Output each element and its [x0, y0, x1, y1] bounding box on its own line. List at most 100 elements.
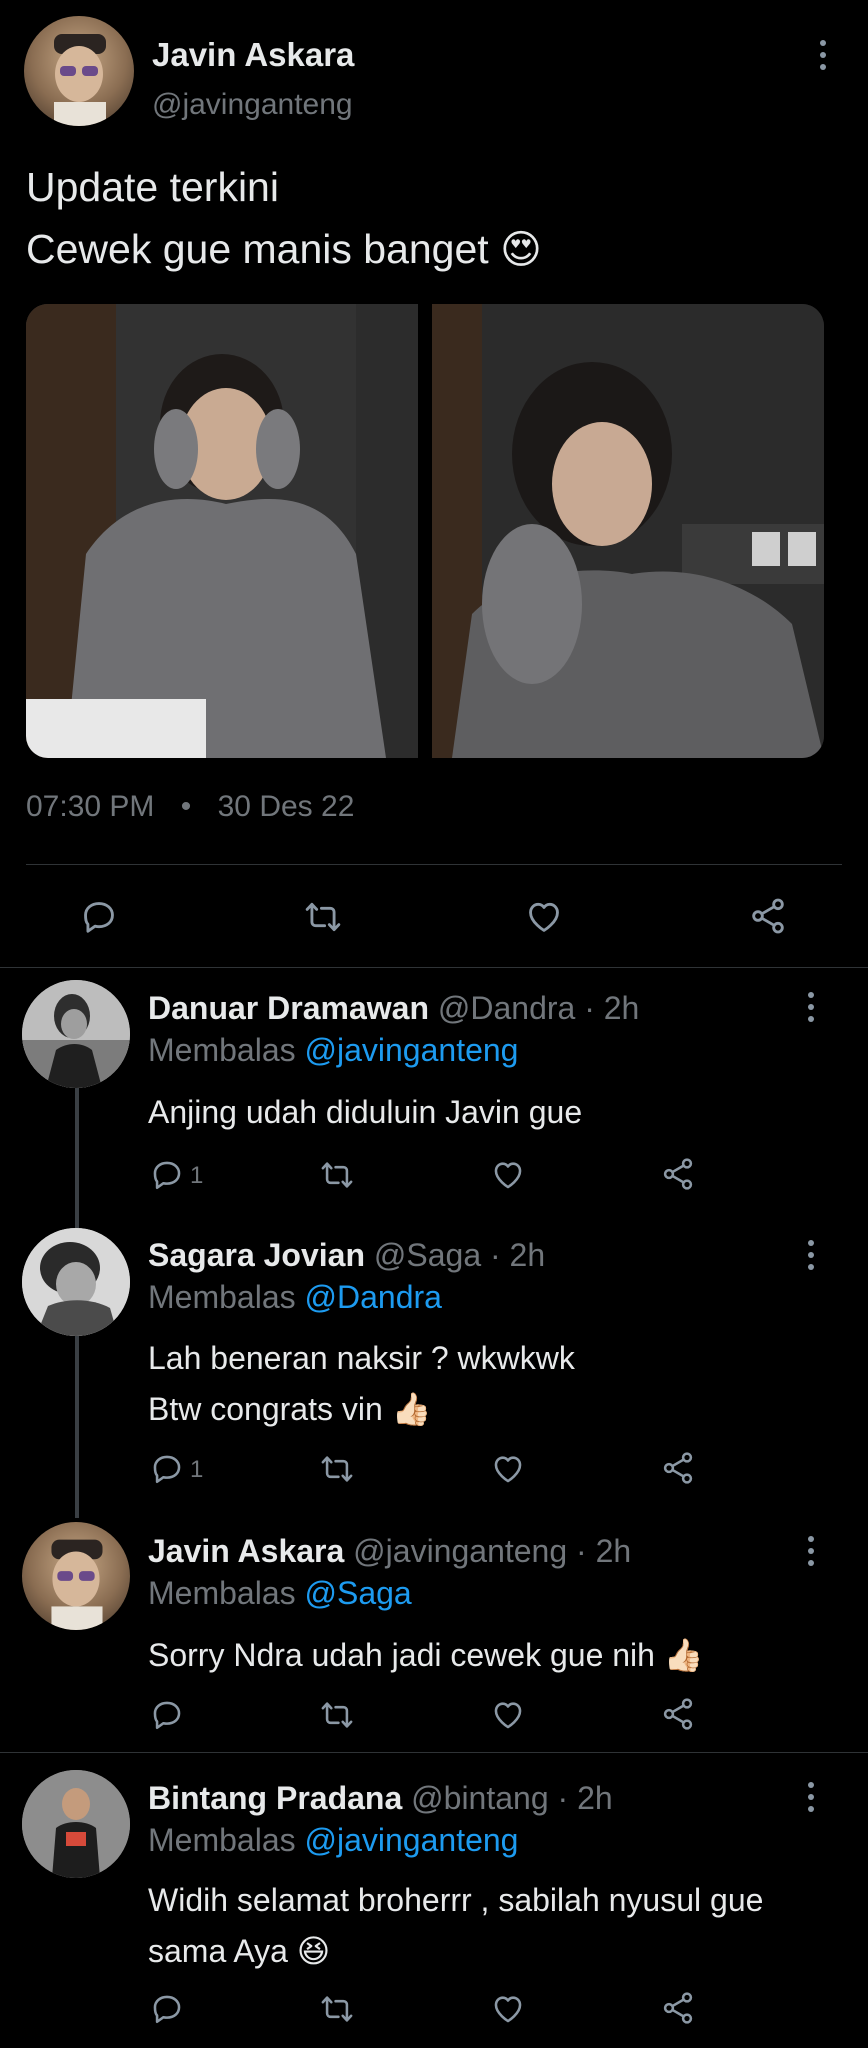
header-separator: · — [557, 1780, 569, 1816]
more-options-icon[interactable] — [820, 40, 828, 70]
reply-header: Sagara Jovian @Saga · 2h — [148, 1237, 545, 1274]
reply-header: Danuar Dramawan @Dandra · 2h — [148, 990, 639, 1027]
avatar-image — [22, 980, 130, 1088]
tweet-text-line-2: Cewek gue manis banget — [26, 226, 489, 272]
share-icon[interactable] — [660, 1156, 696, 1192]
reply-header: Bintang Pradana @bintang · 2h — [148, 1780, 613, 1817]
like-icon[interactable] — [490, 1698, 526, 1732]
like-icon[interactable] — [490, 1158, 526, 1192]
photo-right-image — [432, 304, 824, 758]
header-separator: · — [490, 1237, 501, 1273]
replying-to-handle[interactable]: @Dandra — [305, 1279, 442, 1315]
avatar-javin[interactable] — [22, 1522, 130, 1630]
thumbs-up-emoji: 👍🏻 — [663, 1637, 704, 1673]
reply-author-handle[interactable]: @Dandra — [438, 990, 575, 1026]
replying-to-label: Membalas — [148, 1575, 296, 1611]
photo-left[interactable] — [26, 304, 418, 758]
avatar-image — [54, 34, 106, 126]
more-options-icon[interactable] — [808, 1536, 816, 1566]
share-icon[interactable] — [748, 896, 788, 936]
retweet-icon[interactable] — [318, 1698, 356, 1732]
tweet-text-line-2-wrap: Cewek gue manis banget 😍 — [26, 226, 542, 273]
replying-to-row: Membalas @javinganteng — [148, 1032, 518, 1069]
share-icon[interactable] — [660, 1450, 696, 1486]
tweet-date: 30 Des 22 — [217, 790, 355, 823]
thread-line — [75, 1088, 79, 1228]
retweet-icon[interactable] — [318, 1452, 356, 1486]
author-handle[interactable]: @javinganteng — [152, 88, 353, 122]
avatar-danuar[interactable] — [22, 980, 130, 1088]
section-divider — [0, 967, 868, 968]
reply-count: 1 — [190, 1162, 204, 1189]
more-options-icon[interactable] — [808, 1240, 816, 1270]
replying-to-row: Membalas @javinganteng — [148, 1822, 518, 1859]
header-separator: · — [576, 1533, 587, 1569]
replying-to-label: Membalas — [148, 1032, 296, 1068]
more-options-icon[interactable] — [808, 1782, 816, 1812]
share-icon[interactable] — [660, 1696, 696, 1732]
photo-right[interactable] — [432, 304, 824, 758]
reply-author-name[interactable]: Javin Askara — [148, 1533, 344, 1569]
reply-time: 2h — [603, 990, 640, 1026]
photo-left-image — [26, 304, 418, 758]
reply-text-line-1: Widih selamat broherrr , sabilah nyusul … — [148, 1882, 764, 1918]
reply-icon[interactable] — [80, 898, 118, 936]
avatar-image — [51, 1539, 103, 1630]
tweet-text-line-1: Update terkini — [26, 164, 279, 210]
reply-text: Anjing udah diduluin Javin gue — [148, 1094, 583, 1130]
share-icon[interactable] — [660, 1990, 696, 2026]
reply-icon[interactable] — [150, 1992, 184, 2026]
replying-to-handle[interactable]: @javinganteng — [305, 1032, 519, 1068]
replying-to-row: Membalas @Saga — [148, 1575, 412, 1612]
reply-author-handle[interactable]: @bintang — [411, 1780, 548, 1816]
thumbs-up-emoji: 👍🏻 — [391, 1391, 432, 1427]
thread-line — [75, 1336, 79, 1518]
tweet-timestamp-row: 07:30 PM • 30 Des 22 — [26, 790, 354, 824]
reply-time: 2h — [509, 1237, 546, 1273]
reply-author-name[interactable]: Sagara Jovian — [148, 1237, 365, 1273]
replying-to-label: Membalas — [148, 1822, 296, 1858]
retweet-icon[interactable] — [318, 1158, 356, 1192]
replying-to-handle[interactable]: @javinganteng — [305, 1822, 519, 1858]
reply-icon[interactable] — [150, 1452, 184, 1486]
avatar-image — [22, 1770, 130, 1878]
replying-to-row: Membalas @Dandra — [148, 1279, 442, 1316]
reply-author-handle[interactable]: @javinganteng — [353, 1533, 567, 1569]
avatar-sagara[interactable] — [22, 1228, 130, 1336]
reply-author-handle[interactable]: @Saga — [374, 1237, 481, 1273]
retweet-icon[interactable] — [318, 1992, 356, 2026]
heart-eyes-emoji: 😍 — [500, 228, 542, 272]
tweet-divider — [26, 864, 842, 865]
tweet-time: 07:30 PM — [26, 790, 155, 823]
reply-time: 2h — [595, 1533, 632, 1569]
like-icon[interactable] — [490, 1992, 526, 2026]
replying-to-handle[interactable]: @Saga — [305, 1575, 412, 1611]
section-divider — [0, 1752, 868, 1753]
reply-text-wrap: Sorry Ndra udah jadi cewek gue nih 👍🏻 — [148, 1636, 704, 1674]
timestamp-separator: • — [180, 790, 192, 823]
avatar-javin[interactable] — [24, 16, 134, 126]
like-icon[interactable] — [490, 1452, 526, 1486]
reply-time: 2h — [577, 1780, 613, 1816]
reply-author-name[interactable]: Bintang Pradana — [148, 1780, 402, 1816]
reply-header: Javin Askara @javinganteng · 2h — [148, 1533, 631, 1570]
reply-author-name[interactable]: Danuar Dramawan — [148, 990, 429, 1026]
more-options-icon[interactable] — [808, 992, 816, 1022]
avatar-image — [22, 1228, 130, 1336]
reply-text-line-1: Lah beneran naksir ? wkwkwk — [148, 1340, 575, 1376]
reply-count: 1 — [190, 1456, 204, 1483]
reply-text-line-2: sama Aya — [148, 1933, 288, 1969]
header-separator: · — [584, 990, 595, 1026]
reply-icon[interactable] — [150, 1158, 184, 1192]
replying-to-label: Membalas — [148, 1279, 296, 1315]
retweet-icon[interactable] — [302, 898, 344, 936]
avatar-bintang[interactable] — [22, 1770, 130, 1878]
reply-text-line-2-wrap: sama Aya 😆 — [148, 1932, 330, 1970]
reply-text-line-2-wrap: Btw congrats vin 👍🏻 — [148, 1390, 432, 1428]
reply-text: Sorry Ndra udah jadi cewek gue nih — [148, 1637, 655, 1673]
reply-icon[interactable] — [150, 1698, 184, 1732]
author-name[interactable]: Javin Askara — [152, 36, 354, 74]
grinning-squinting-emoji: 😆 — [296, 1933, 331, 1969]
reply-text-line-2: Btw congrats vin — [148, 1391, 383, 1427]
like-icon[interactable] — [524, 898, 564, 936]
